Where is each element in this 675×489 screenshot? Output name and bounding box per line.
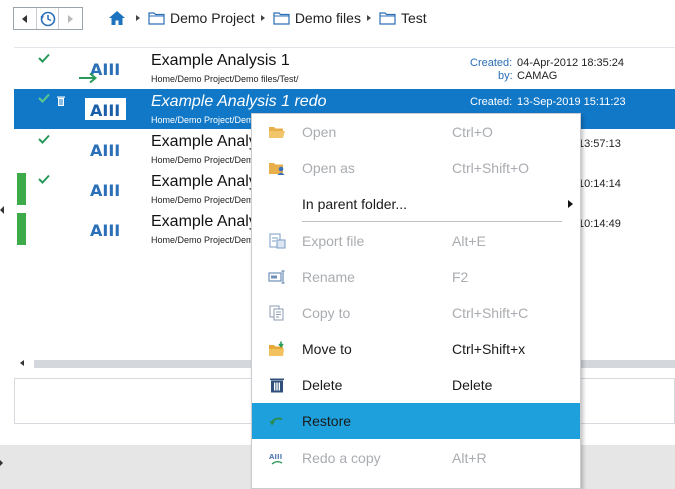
status-indicator <box>17 173 26 205</box>
nav-button-group <box>13 7 83 30</box>
created-value: 10:14:14 <box>578 178 621 190</box>
folder-open-icon <box>269 127 285 138</box>
folder-icon <box>148 12 165 25</box>
home-icon[interactable] <box>108 10 126 26</box>
row-title: Example Analysis 1 redo <box>151 93 327 110</box>
menu-item-label: Copy to <box>302 305 351 321</box>
row-title: Example Analy <box>151 213 257 230</box>
check-icon <box>38 174 50 184</box>
menu-item-shortcut: Ctrl+Shift+x <box>452 341 526 357</box>
trash-icon <box>270 378 284 393</box>
menu-item-label: Restore <box>302 413 352 429</box>
row-title: Example Analysis 1 <box>151 52 290 69</box>
history-button[interactable] <box>37 8 60 29</box>
restore-icon <box>269 417 283 426</box>
context-menu: Open Ctrl+O Open as Ctrl+Shift+O In pare… <box>251 113 581 489</box>
menu-item-in-parent-folder[interactable]: In parent folder... <box>252 186 580 222</box>
by-label: by: <box>498 70 513 82</box>
analysis-file-icon: AIII <box>90 221 121 240</box>
row-title: Example Analy <box>151 133 257 150</box>
folder-user-icon <box>269 163 285 175</box>
menu-item-label: In parent folder... <box>302 196 408 212</box>
breadcrumb-item-demo-project[interactable]: Demo Project <box>148 10 255 26</box>
analysis-file-icon: AIII <box>90 101 121 120</box>
row-path: Home/Demo Project/Demo files/Test/ <box>151 74 299 84</box>
folder-icon <box>273 12 290 25</box>
breadcrumb-item-test[interactable]: Test <box>379 10 427 26</box>
breadcrumb-separator <box>366 15 371 21</box>
menu-item-label: Open <box>302 124 337 140</box>
menu-item-label: Move to <box>302 341 352 357</box>
breadcrumb-item-demo-files[interactable]: Demo files <box>273 10 361 26</box>
menu-item-shortcut: Alt+R <box>452 450 487 466</box>
analysis-file-icon: AIII <box>90 141 121 160</box>
menu-item-redo-a-copy[interactable]: AIII Redo a copy Alt+R <box>252 440 580 476</box>
status-indicator <box>17 213 26 245</box>
created-value: 13-Sep-2019 15:11:23 <box>517 96 626 108</box>
back-arrow-icon <box>22 14 28 23</box>
menu-item-delete[interactable]: Delete Delete <box>252 367 580 403</box>
menu-item-shortcut: Delete <box>452 377 493 393</box>
menu-item-label: Open as <box>302 160 355 176</box>
check-icon <box>38 93 50 103</box>
moved-arrow-icon <box>79 72 98 84</box>
created-value: 13:57:13 <box>578 138 621 150</box>
move-folder-icon <box>269 341 284 356</box>
breadcrumb-separator <box>260 15 265 21</box>
back-button[interactable] <box>14 8 37 29</box>
breadcrumb-label: Demo files <box>294 10 361 26</box>
menu-item-shortcut: F2 <box>452 269 469 285</box>
menu-item-shortcut: Alt+E <box>452 233 486 249</box>
menu-item-open[interactable]: Open Ctrl+O <box>252 114 580 150</box>
list-item[interactable]: AIII Example Analysis 1 Home/Demo Projec… <box>14 48 675 88</box>
folder-icon <box>379 12 396 25</box>
scroll-left-arrow-icon[interactable] <box>20 360 24 366</box>
menu-item-shortcut: Ctrl+Shift+C <box>452 305 529 321</box>
menu-separator <box>302 221 562 222</box>
forward-button[interactable] <box>59 8 82 29</box>
breadcrumb-separator <box>136 15 140 21</box>
check-icon <box>38 53 50 63</box>
rename-icon <box>268 270 285 284</box>
menu-item-open-as[interactable]: Open as Ctrl+Shift+O <box>252 150 580 186</box>
expand-arrow-icon[interactable] <box>0 460 3 466</box>
app-window: Demo Project Demo files Test AIII Exampl… <box>0 0 675 489</box>
row-path: Home/Demo Project/Dem <box>151 235 254 245</box>
panel-collapse-arrow[interactable] <box>0 206 4 214</box>
menu-item-label: Rename <box>302 269 355 285</box>
menu-item-export-file[interactable]: Export file Alt+E <box>252 223 580 259</box>
check-icon <box>38 134 50 144</box>
row-path: Home/Demo Project/Dem <box>151 155 254 165</box>
export-file-icon <box>269 233 286 249</box>
trash-icon <box>57 96 65 106</box>
created-label: Created: <box>470 96 513 108</box>
analysis-file-icon: AIII <box>90 181 121 200</box>
redo-copy-icon: AIII <box>269 453 283 465</box>
menu-item-move-to[interactable]: Move to Ctrl+Shift+x <box>252 331 580 367</box>
menu-item-label: Export file <box>302 233 365 249</box>
svg-text:AIII: AIII <box>269 453 282 461</box>
by-value: CAMAG <box>517 70 558 82</box>
menu-item-copy-to[interactable]: Copy to Ctrl+Shift+C <box>252 295 580 331</box>
menu-item-label: Delete <box>302 377 343 393</box>
menu-item-shortcut: Ctrl+O <box>452 124 493 140</box>
menu-item-shortcut: Ctrl+Shift+O <box>452 160 530 176</box>
forward-arrow-icon <box>68 14 74 23</box>
breadcrumb-label: Demo Project <box>170 10 255 26</box>
submenu-arrow-icon <box>568 200 573 208</box>
breadcrumb-label: Test <box>400 10 427 26</box>
breadcrumb: Demo Project Demo files Test <box>108 8 427 28</box>
menu-item-restore[interactable]: Restore <box>252 403 580 439</box>
row-path: Home/Demo Project/Dem <box>151 195 254 205</box>
created-value: 10:14:49 <box>578 218 621 230</box>
toolbar: Demo Project Demo files Test <box>0 0 675 38</box>
created-label: Created: <box>470 57 513 69</box>
row-title: Example Analy <box>151 173 257 190</box>
menu-item-rename[interactable]: Rename F2 <box>252 259 580 295</box>
created-value: 04-Apr-2012 18:35:24 <box>517 57 625 69</box>
copy-icon <box>269 305 284 321</box>
menu-item-label: Redo a copy <box>302 450 381 466</box>
history-icon <box>40 11 55 26</box>
